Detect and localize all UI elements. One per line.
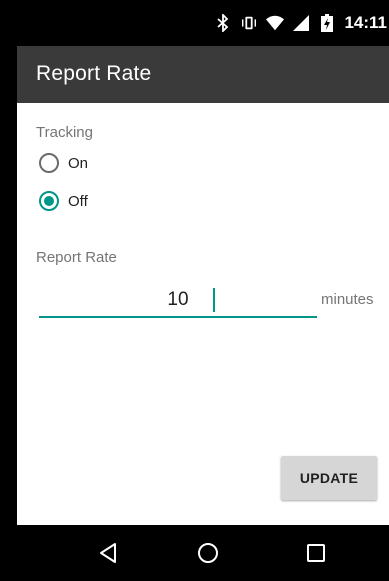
tracking-option-on[interactable]: On xyxy=(39,153,88,173)
report-rate-label: Report Rate xyxy=(36,249,117,266)
tracking-option-off[interactable]: Off xyxy=(39,191,88,211)
signal-icon xyxy=(292,14,310,32)
radio-off-label: Off xyxy=(68,192,88,210)
app-bar: Report Rate xyxy=(17,46,389,103)
wifi-icon xyxy=(266,14,285,32)
back-icon[interactable] xyxy=(94,539,122,567)
status-bar: 14:11 xyxy=(17,0,389,46)
radio-on[interactable] xyxy=(39,153,59,173)
vibrate-icon xyxy=(240,14,258,32)
text-cursor xyxy=(213,288,215,312)
report-rate-input[interactable] xyxy=(39,284,317,316)
recents-icon[interactable] xyxy=(302,539,330,567)
radio-on-label: On xyxy=(68,154,89,172)
update-button[interactable]: UPDATE xyxy=(281,456,377,500)
bluetooth-icon xyxy=(214,14,232,32)
radio-off[interactable] xyxy=(39,191,59,211)
screen: 14:11 Report Rate Tracking On Off Report… xyxy=(17,0,389,581)
device-frame: 14:11 Report Rate Tracking On Off Report… xyxy=(0,0,389,581)
report-rate-field[interactable] xyxy=(39,284,317,318)
settings-form: Tracking On Off Report Rate minutes UPDA… xyxy=(17,103,389,525)
home-icon[interactable] xyxy=(194,539,222,567)
status-icons: 14:11 xyxy=(214,10,389,36)
unit-label: minutes xyxy=(321,291,374,308)
status-time: 14:11 xyxy=(344,13,387,32)
tracking-label: Tracking xyxy=(36,124,93,141)
page-title: Report Rate xyxy=(36,62,152,85)
navigation-bar xyxy=(17,525,389,581)
battery-charging-icon xyxy=(318,14,336,32)
